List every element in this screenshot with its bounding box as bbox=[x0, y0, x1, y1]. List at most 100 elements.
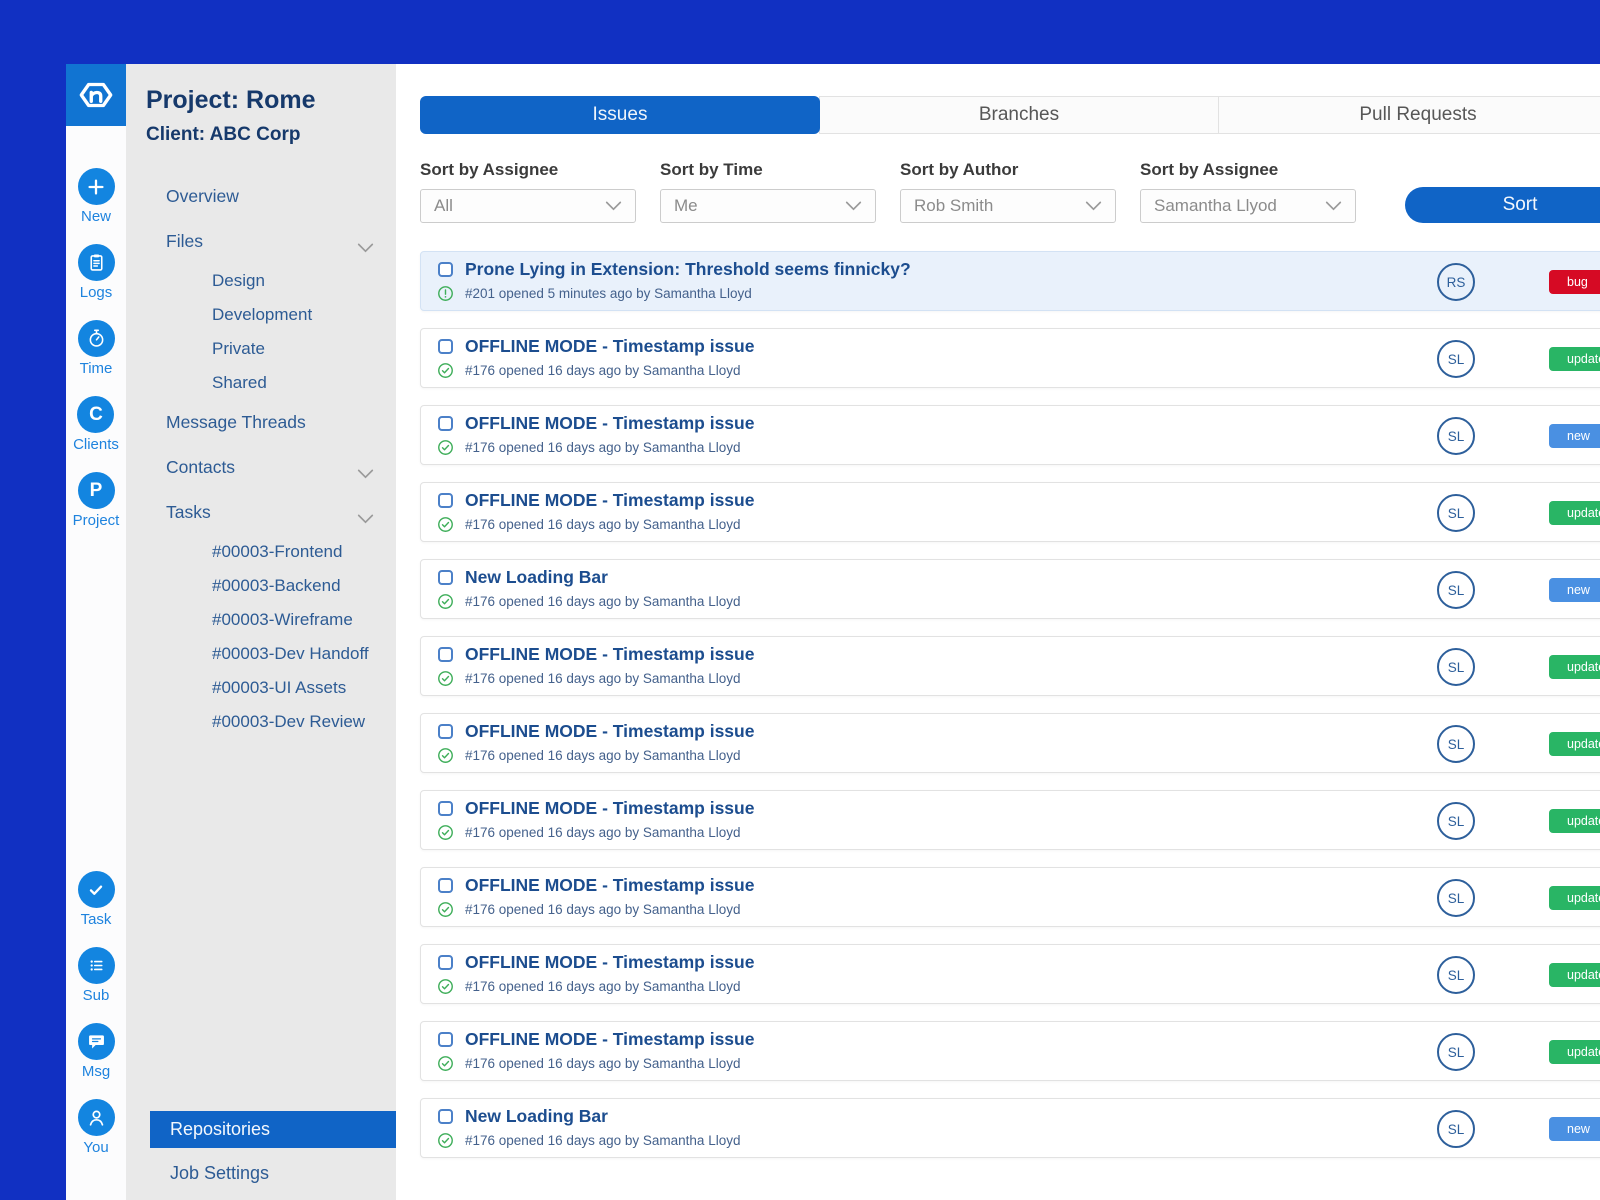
issue-title[interactable]: OFFLINE MODE - Timestamp issue bbox=[465, 952, 754, 973]
sidebar-item-development[interactable]: Development bbox=[126, 298, 396, 332]
sidebar-item-private[interactable]: Private bbox=[126, 332, 396, 366]
sidebar-item-job-settings[interactable]: Job Settings bbox=[126, 1148, 396, 1194]
issue-checkbox[interactable] bbox=[438, 339, 453, 354]
issue-checkbox[interactable] bbox=[438, 801, 453, 816]
issue-label-badge[interactable]: updated bbox=[1549, 963, 1600, 987]
sidebar-item-shared[interactable]: Shared bbox=[126, 366, 396, 400]
sidebar-item-00003-wireframe[interactable]: #00003-Wireframe bbox=[126, 603, 396, 637]
check-circle-icon bbox=[437, 362, 454, 379]
issue-checkbox[interactable] bbox=[438, 1032, 453, 1047]
issue-checkbox[interactable] bbox=[438, 1109, 453, 1124]
tab-branches[interactable]: Branches bbox=[819, 96, 1219, 134]
check-circle-icon bbox=[437, 901, 454, 918]
issue-label-badge[interactable]: updated bbox=[1549, 886, 1600, 910]
issue-title[interactable]: OFFLINE MODE - Timestamp issue bbox=[465, 1029, 754, 1050]
issue-label-badge[interactable]: updated bbox=[1549, 655, 1600, 679]
assignee-avatar[interactable]: SL bbox=[1437, 802, 1475, 840]
sidebar-item-contacts[interactable]: Contacts bbox=[126, 445, 396, 490]
sidebar-item-00003-frontend[interactable]: #00003-Frontend bbox=[126, 535, 396, 569]
issue-row[interactable]: OFFLINE MODE - Timestamp issue #176 open… bbox=[420, 482, 1600, 542]
rail-item-time[interactable]: Time bbox=[77, 320, 115, 377]
issue-row[interactable]: OFFLINE MODE - Timestamp issue #176 open… bbox=[420, 328, 1600, 388]
issue-checkbox[interactable] bbox=[438, 878, 453, 893]
issue-title[interactable]: OFFLINE MODE - Timestamp issue bbox=[465, 875, 754, 896]
issue-checkbox[interactable] bbox=[438, 724, 453, 739]
sidebar-item-design[interactable]: Design bbox=[126, 264, 396, 298]
person-icon bbox=[77, 1099, 115, 1136]
issue-label-badge[interactable]: updated bbox=[1549, 732, 1600, 756]
issue-row[interactable]: OFFLINE MODE - Timestamp issue #176 open… bbox=[420, 713, 1600, 773]
filter-select[interactable]: Rob Smith bbox=[900, 189, 1116, 223]
assignee-avatar[interactable]: SL bbox=[1437, 725, 1475, 763]
issue-row[interactable]: New Loading Bar #176 opened 16 days ago … bbox=[420, 1098, 1600, 1158]
filter-select[interactable]: Samantha Llyod bbox=[1140, 189, 1356, 223]
sidebar-item-00003-ui-assets[interactable]: #00003-UI Assets bbox=[126, 671, 396, 705]
issue-row[interactable]: New Loading Bar #176 opened 16 days ago … bbox=[420, 559, 1600, 619]
tab-pull-requests[interactable]: Pull Requests bbox=[1218, 96, 1600, 134]
rail-item-new[interactable]: New bbox=[77, 168, 115, 225]
sidebar-item-repositories[interactable]: Repositories bbox=[150, 1111, 396, 1148]
issue-checkbox[interactable] bbox=[438, 262, 453, 277]
issue-title[interactable]: OFFLINE MODE - Timestamp issue bbox=[465, 644, 754, 665]
issue-row[interactable]: OFFLINE MODE - Timestamp issue #176 open… bbox=[420, 944, 1600, 1004]
issue-title[interactable]: New Loading Bar bbox=[465, 567, 608, 588]
rail-item-sub[interactable]: Sub bbox=[77, 947, 115, 1004]
issue-title[interactable]: OFFLINE MODE - Timestamp issue bbox=[465, 721, 754, 742]
rail-item-project[interactable]: P Project bbox=[73, 472, 119, 529]
assignee-avatar[interactable]: SL bbox=[1437, 956, 1475, 994]
sort-button[interactable]: Sort bbox=[1405, 187, 1600, 223]
tab-issues[interactable]: Issues bbox=[420, 96, 820, 134]
chevron-down-icon bbox=[1325, 196, 1342, 216]
filter-select[interactable]: All bbox=[420, 189, 636, 223]
issue-title[interactable]: OFFLINE MODE - Timestamp issue bbox=[465, 413, 754, 434]
sidebar-item-overview[interactable]: Overview bbox=[126, 174, 396, 219]
issue-title[interactable]: OFFLINE MODE - Timestamp issue bbox=[465, 490, 754, 511]
issue-row[interactable]: OFFLINE MODE - Timestamp issue #176 open… bbox=[420, 405, 1600, 465]
assignee-avatar[interactable]: SL bbox=[1437, 340, 1475, 378]
issue-title[interactable]: OFFLINE MODE - Timestamp issue bbox=[465, 798, 754, 819]
assignee-avatar[interactable]: SL bbox=[1437, 571, 1475, 609]
issue-label-badge[interactable]: updated bbox=[1549, 809, 1600, 833]
issue-checkbox[interactable] bbox=[438, 955, 453, 970]
issue-title[interactable]: Prone Lying in Extension: Threshold seem… bbox=[465, 259, 911, 280]
rail-item-task[interactable]: Task bbox=[77, 871, 115, 928]
sidebar-item-label: Message Threads bbox=[166, 412, 306, 432]
rail-item-clients[interactable]: C Clients bbox=[73, 396, 119, 453]
sidebar-item-message-threads[interactable]: Message Threads bbox=[126, 400, 396, 445]
issue-checkbox[interactable] bbox=[438, 416, 453, 431]
sidebar-item-00003-dev-handoff[interactable]: #00003-Dev Handoff bbox=[126, 637, 396, 671]
issue-row[interactable]: Prone Lying in Extension: Threshold seem… bbox=[420, 251, 1600, 311]
app-logo-icon[interactable] bbox=[66, 64, 126, 126]
issue-label-badge[interactable]: updated bbox=[1549, 501, 1600, 525]
issue-label-badge[interactable]: new bbox=[1549, 578, 1600, 602]
sidebar-item-files[interactable]: Files bbox=[126, 219, 396, 264]
issue-row[interactable]: OFFLINE MODE - Timestamp issue #176 open… bbox=[420, 1021, 1600, 1081]
sidebar-item-00003-dev-review[interactable]: #00003-Dev Review bbox=[126, 705, 396, 739]
issue-label-badge[interactable]: updated bbox=[1549, 1040, 1600, 1064]
sidebar-item-tasks[interactable]: Tasks bbox=[126, 490, 396, 535]
assignee-avatar[interactable]: SL bbox=[1437, 417, 1475, 455]
issue-checkbox[interactable] bbox=[438, 647, 453, 662]
assignee-avatar[interactable]: SL bbox=[1437, 879, 1475, 917]
sidebar-item-00003-backend[interactable]: #00003-Backend bbox=[126, 569, 396, 603]
assignee-avatar[interactable]: RS bbox=[1437, 263, 1475, 301]
issue-label-badge[interactable]: new bbox=[1549, 424, 1600, 448]
issue-title[interactable]: OFFLINE MODE - Timestamp issue bbox=[465, 336, 754, 357]
issue-row[interactable]: OFFLINE MODE - Timestamp issue #176 open… bbox=[420, 636, 1600, 696]
issue-row[interactable]: OFFLINE MODE - Timestamp issue #176 open… bbox=[420, 867, 1600, 927]
issue-row[interactable]: OFFLINE MODE - Timestamp issue #176 open… bbox=[420, 790, 1600, 850]
assignee-avatar[interactable]: SL bbox=[1437, 1033, 1475, 1071]
rail-item-msg[interactable]: Msg bbox=[77, 1023, 115, 1080]
rail-item-logs[interactable]: Logs bbox=[77, 244, 115, 301]
assignee-avatar[interactable]: SL bbox=[1437, 494, 1475, 532]
issue-label-badge[interactable]: new bbox=[1549, 1117, 1600, 1141]
issue-label-badge[interactable]: updated bbox=[1549, 347, 1600, 371]
issue-title[interactable]: New Loading Bar bbox=[465, 1106, 608, 1127]
assignee-avatar[interactable]: SL bbox=[1437, 1110, 1475, 1148]
filter-select[interactable]: Me bbox=[660, 189, 876, 223]
issue-checkbox[interactable] bbox=[438, 570, 453, 585]
rail-item-you[interactable]: You bbox=[77, 1099, 115, 1156]
assignee-avatar[interactable]: SL bbox=[1437, 648, 1475, 686]
issue-label-badge[interactable]: bug bbox=[1549, 270, 1600, 294]
issue-checkbox[interactable] bbox=[438, 493, 453, 508]
